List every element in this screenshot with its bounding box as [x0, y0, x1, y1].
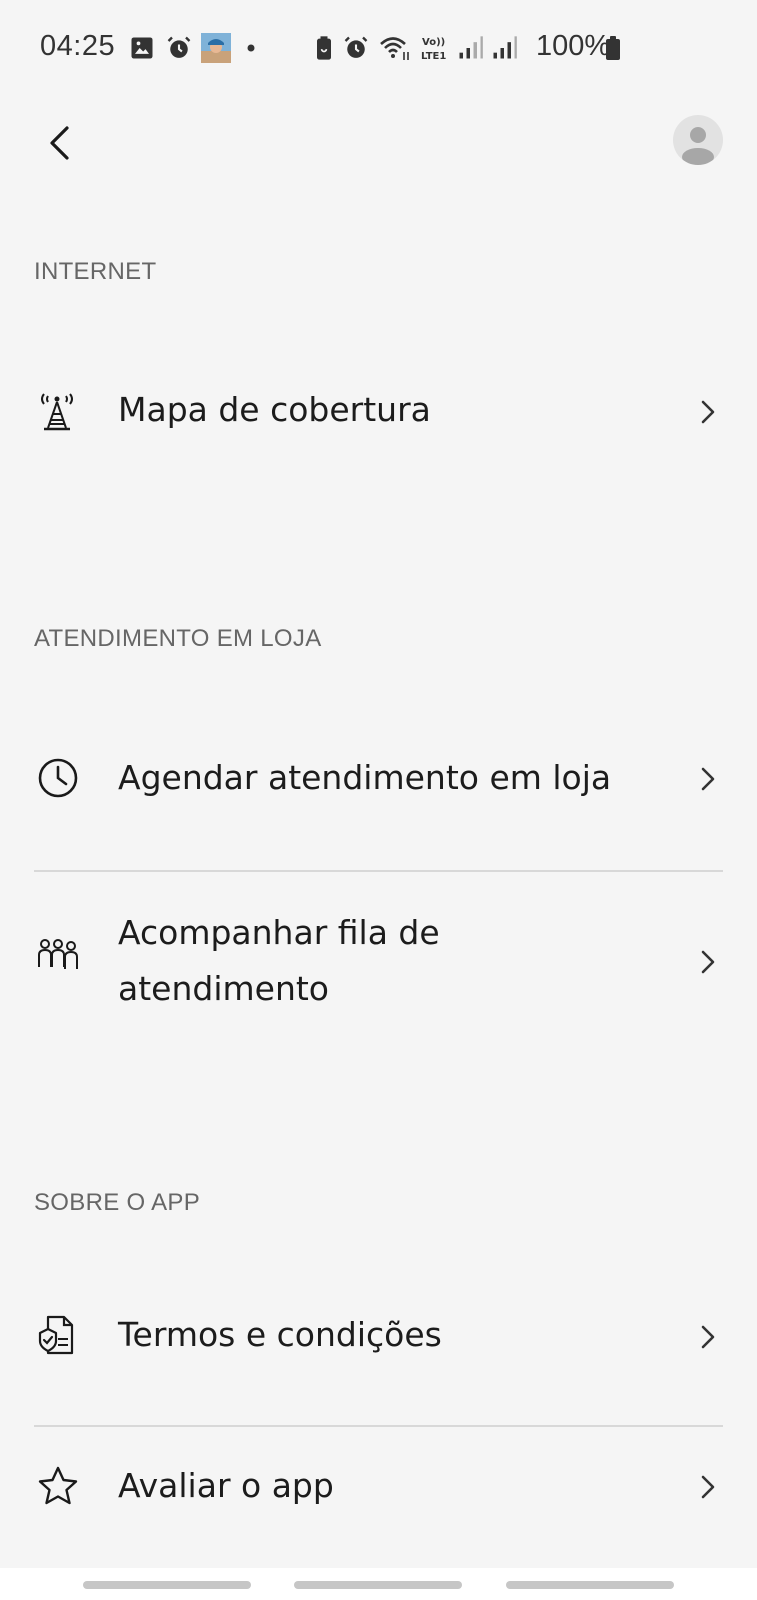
antenna-icon — [41, 393, 73, 431]
nav-back-button[interactable] — [506, 1581, 674, 1589]
menu-item-label: Avaliar o app — [118, 1466, 334, 1505]
star-icon — [38, 1466, 78, 1505]
menu-item-avaliar-o-app[interactable]: Avaliar o app — [0, 1458, 757, 1538]
menu-item-termos-e-condicoes[interactable]: Termos e condições — [0, 1305, 757, 1385]
menu-item-mapa-de-cobertura[interactable]: Mapa de cobertura — [0, 380, 757, 460]
chevron-right-icon — [701, 400, 715, 424]
battery-percent: 100% — [536, 30, 611, 62]
battery-icon — [606, 36, 620, 60]
menu-item-agendar-atendimento[interactable]: Agendar atendimento em loja — [0, 750, 757, 830]
user-avatar-icon[interactable] — [673, 115, 723, 165]
menu-item-acompanhar-fila[interactable]: Acompanhar fila de atendimento — [0, 905, 757, 1015]
alarm-icon — [167, 36, 191, 58]
chevron-right-icon — [701, 1325, 715, 1349]
menu-item-label: Termos e condições — [118, 1315, 442, 1354]
battery-saver-icon — [317, 36, 331, 60]
divider — [34, 870, 723, 872]
svg-text:LTE1: LTE1 — [421, 51, 446, 62]
alarm-icon — [344, 36, 368, 58]
gallery-icon — [131, 37, 153, 59]
menu-item-label: Agendar atendimento em loja — [118, 758, 612, 797]
signal-icon — [459, 36, 483, 59]
status-time: 04:25 — [40, 30, 116, 62]
nav-home-button[interactable] — [294, 1581, 462, 1589]
chevron-right-icon — [701, 1475, 715, 1499]
document-check-icon — [38, 1315, 74, 1355]
wifi-icon — [380, 37, 409, 60]
app-avatar-icon — [201, 33, 231, 63]
status-bar: 04:25 Vo)) LTE1 100% — [0, 0, 757, 100]
chevron-right-icon — [701, 767, 715, 791]
system-navigation-bar — [0, 1568, 757, 1600]
top-bar — [0, 100, 757, 200]
section-header-sobre-o-app: SOBRE O APP — [34, 1189, 201, 1216]
svg-text:Vo)): Vo)) — [422, 37, 445, 48]
menu-item-label: Acompanhar fila de atendimento — [118, 913, 440, 1008]
back-button[interactable] — [34, 118, 84, 168]
section-header-internet: INTERNET — [34, 258, 157, 285]
nav-recents-button[interactable] — [83, 1581, 251, 1589]
chevron-right-icon — [701, 950, 715, 974]
signal-icon — [493, 36, 517, 59]
volte-lte-icon: Vo)) LTE1 — [421, 37, 446, 62]
section-header-atendimento-em-loja: ATENDIMENTO EM LOJA — [34, 625, 322, 652]
dot-icon — [247, 44, 255, 52]
menu-item-label: Mapa de cobertura — [118, 390, 431, 429]
divider — [34, 1425, 723, 1427]
queue-people-icon — [38, 939, 78, 969]
clock-icon — [38, 758, 78, 798]
